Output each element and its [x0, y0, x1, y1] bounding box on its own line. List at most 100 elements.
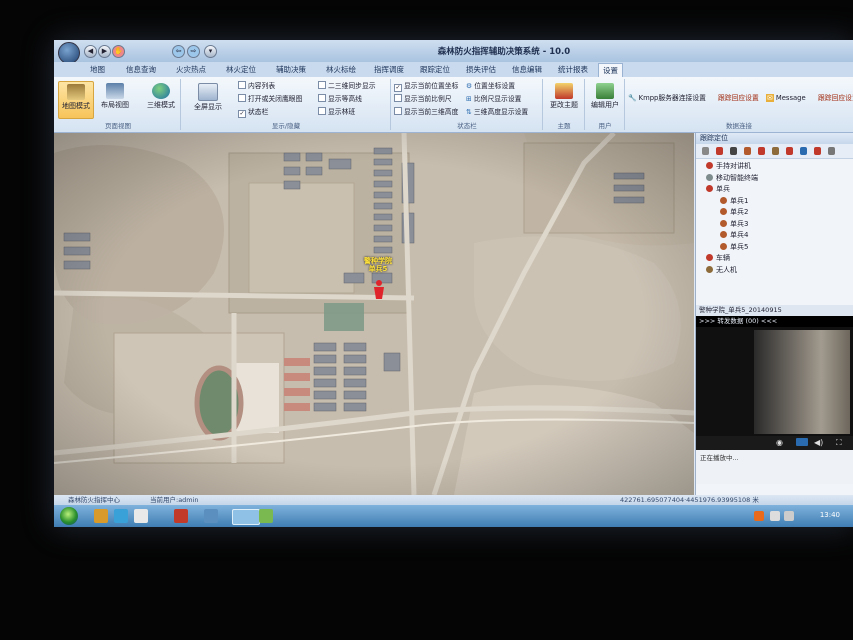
- show-3d-height-checkbox[interactable]: 显示当前三维高度: [394, 107, 458, 118]
- phone-icon[interactable]: [730, 147, 737, 155]
- start-button[interactable]: [60, 507, 78, 525]
- input-method-icon[interactable]: [754, 511, 764, 521]
- green-app-icon[interactable]: [259, 509, 273, 523]
- globe-icon: [152, 83, 170, 99]
- show-scale-checkbox[interactable]: 显示当前比例尺: [394, 94, 452, 105]
- tab-map[interactable]: 地图: [86, 63, 109, 77]
- contour-checkbox[interactable]: 显示等高线: [318, 94, 362, 105]
- tree-item[interactable]: 单兵: [706, 184, 730, 194]
- checkbox-label: 显示当前位置坐标: [404, 82, 459, 90]
- edit-user-icon: [596, 83, 614, 99]
- tab-fire-location[interactable]: 林火定位: [222, 63, 260, 77]
- person-icon[interactable]: [744, 147, 751, 155]
- snapshot-icon[interactable]: ◉: [776, 438, 783, 447]
- tree-item[interactable]: 车辆: [706, 253, 730, 263]
- nav-back-icon[interactable]: ⇦: [172, 45, 185, 58]
- tab-statistics[interactable]: 统计报表: [554, 63, 592, 77]
- tree-item[interactable]: 单兵1: [720, 196, 748, 206]
- tab-settings[interactable]: 设置: [598, 63, 623, 78]
- fullscreen-label: 全屏显示: [194, 103, 222, 111]
- folder-icon[interactable]: [94, 509, 108, 523]
- record-icon[interactable]: [796, 438, 808, 446]
- tree-item[interactable]: 单兵4: [720, 230, 748, 240]
- forest-class-checkbox[interactable]: 显示林班: [318, 107, 355, 118]
- show-coords-checkbox[interactable]: ✓ 显示当前位置坐标: [394, 81, 458, 92]
- tab-dispatch[interactable]: 指挥调度: [370, 63, 408, 77]
- window-icon[interactable]: [204, 509, 218, 523]
- network-icon[interactable]: [784, 511, 794, 521]
- checkbox-label: 状态栏: [248, 108, 269, 116]
- fullscreen-button[interactable]: 全屏显示: [186, 81, 230, 117]
- tree-item[interactable]: 单兵5: [720, 242, 748, 252]
- active-app-icon[interactable]: [232, 509, 260, 525]
- soldier-marker-icon[interactable]: [372, 279, 386, 299]
- tab-fire-hotspot[interactable]: 火灾热点: [172, 63, 210, 77]
- person-icon: [720, 208, 727, 215]
- volume-icon[interactable]: ◀): [814, 438, 823, 447]
- info-icon[interactable]: [800, 147, 807, 155]
- vehicle-icon[interactable]: [758, 147, 765, 155]
- tab-tracking[interactable]: 跟踪定位: [416, 63, 454, 77]
- fire-icon[interactable]: [786, 147, 793, 155]
- change-theme-button[interactable]: 更改主题: [547, 81, 581, 117]
- message-button[interactable]: ✉ Message: [766, 93, 806, 104]
- app-icon[interactable]: [174, 509, 188, 523]
- status-bar: 森林防火指挥中心 当前用户:admin 422761.695077404·445…: [54, 495, 853, 505]
- button-label: 位置坐标设置: [474, 82, 516, 90]
- drone-icon[interactable]: [772, 147, 779, 155]
- checkbox-icon: [318, 107, 326, 115]
- tray-icon[interactable]: [770, 511, 780, 521]
- layout-view-label: 布局视图: [101, 101, 129, 109]
- nav-forward-icon[interactable]: ⇨: [187, 45, 200, 58]
- layout-view-button[interactable]: 布局视图: [98, 81, 132, 117]
- video-player[interactable]: >>> 转发数据 (00) <<< ◉ ◀) ⛶ 正在播放中...: [696, 316, 853, 484]
- satellite-map[interactable]: 警种学院 单兵5: [54, 133, 694, 495]
- dropdown-icon[interactable]: ▾: [204, 45, 217, 58]
- button-label: 跟踪回应设置: [718, 94, 759, 102]
- eagle-eye-checkbox[interactable]: 打开或关闭鹰眼图: [238, 94, 302, 105]
- tab-fire-plotting[interactable]: 林火标绘: [322, 63, 360, 77]
- video-status: >>> 转发数据 (00) <<<: [696, 316, 853, 327]
- alert-icon[interactable]: [814, 147, 821, 155]
- play-icon[interactable]: [702, 147, 709, 155]
- edit-user-button[interactable]: 编辑用户: [588, 81, 622, 117]
- kmpp-settings-button[interactable]: 🔧 Kmpp服务器连接设置: [628, 93, 706, 104]
- settings-icon[interactable]: [828, 147, 835, 155]
- track-response-button[interactable]: 跟踪回应设置: [718, 93, 759, 104]
- scale-settings-button[interactable]: ⊞ 比例尺显示设置: [466, 94, 521, 105]
- tree-item[interactable]: 无人机: [706, 265, 737, 275]
- app-menu-button[interactable]: [58, 42, 80, 64]
- tree-item[interactable]: 移动智能终端: [706, 173, 758, 183]
- height-settings-button[interactable]: ⇅ 三维高度显示设置: [466, 107, 528, 118]
- document-icon[interactable]: [134, 509, 148, 523]
- tree-item-label: 单兵4: [730, 231, 749, 239]
- tree-item[interactable]: 单兵2: [720, 207, 748, 217]
- browser-icon[interactable]: [114, 509, 128, 523]
- quick-access-back-icon[interactable]: ◀: [84, 45, 97, 58]
- tree-item-label: 单兵2: [730, 208, 749, 216]
- tab-decision-support[interactable]: 辅助决策: [272, 63, 310, 77]
- status-bar-checkbox[interactable]: ✓ 状态栏: [238, 107, 268, 118]
- 2d3d-sync-checkbox[interactable]: 二三维同步显示: [318, 81, 376, 92]
- coords-settings-button[interactable]: ⚙ 位置坐标设置: [466, 81, 515, 92]
- map-mode-button[interactable]: 地图模式: [58, 81, 94, 119]
- tracking-toolbar: [696, 144, 853, 159]
- tree-item-label: 单兵3: [730, 219, 749, 228]
- person-icon: [720, 231, 727, 238]
- 3d-mode-button[interactable]: 三维模式: [144, 81, 178, 117]
- quick-access-hand-icon[interactable]: ✋: [112, 45, 125, 58]
- marker-label-unit: 警种学院: [364, 257, 392, 265]
- tree-item[interactable]: 手持对讲机: [706, 161, 751, 171]
- tab-info-query[interactable]: 信息查询: [122, 63, 160, 77]
- quick-access-forward-icon[interactable]: ▶: [98, 45, 111, 58]
- user-group-label: 用户: [598, 122, 612, 130]
- track-response-button-2[interactable]: 跟踪回应设置: [818, 93, 853, 104]
- fullscreen-icon[interactable]: ⛶: [836, 438, 842, 448]
- window-title: 森林防火指挥辅助决策系统 - 10.0: [437, 47, 571, 57]
- checkbox-icon: [318, 81, 326, 89]
- tab-info-edit[interactable]: 信息编辑: [508, 63, 546, 77]
- tab-loss-assessment[interactable]: 损失评估: [462, 63, 500, 77]
- tree-item[interactable]: 单兵3: [720, 219, 748, 229]
- content-list-checkbox[interactable]: 内容列表: [238, 81, 275, 92]
- radio-icon[interactable]: [716, 147, 723, 155]
